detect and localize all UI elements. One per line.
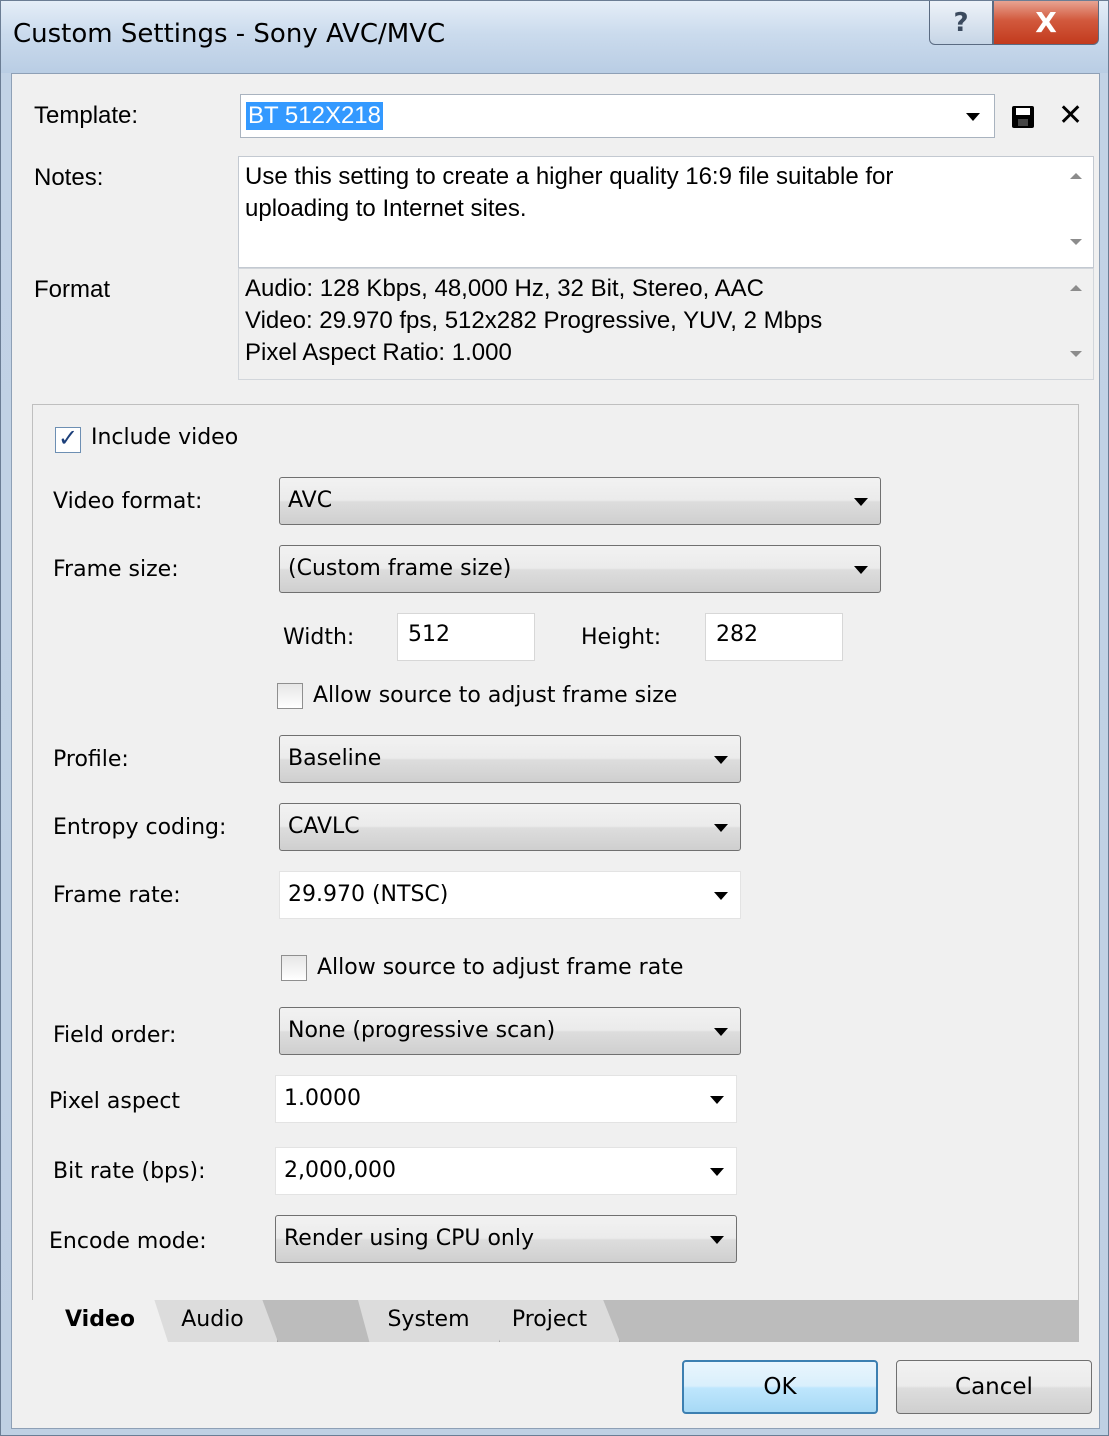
bit-rate-combo[interactable]: 2,000,000 xyxy=(275,1147,737,1195)
notes-textarea[interactable]: Use this setting to create a higher qual… xyxy=(238,156,1094,268)
frame-size-select[interactable]: (Custom frame size) xyxy=(279,545,881,593)
notes-line: uploading to Internet sites. xyxy=(245,195,527,222)
ok-button[interactable]: OK xyxy=(682,1360,878,1414)
template-value: BT 512X218 xyxy=(246,102,383,130)
chevron-down-icon xyxy=(854,498,868,506)
chevron-down-icon xyxy=(714,1028,728,1036)
format-readout: Audio: 128 Kbps, 48,000 Hz, 32 Bit, Ster… xyxy=(238,268,1094,380)
template-combo[interactable]: BT 512X218 xyxy=(240,94,995,138)
pixel-aspect-value: 1.0000 xyxy=(284,1086,361,1111)
video-format-value: AVC xyxy=(288,488,333,513)
scroll-down-icon[interactable] xyxy=(1070,351,1082,357)
allow-frame-rate-checkbox[interactable] xyxy=(281,955,307,981)
field-order-label: Field order: xyxy=(53,1023,177,1048)
encode-mode-select[interactable]: Render using CPU only xyxy=(275,1215,737,1263)
chevron-down-icon xyxy=(714,824,728,832)
floppy-disk-icon[interactable] xyxy=(1012,106,1034,128)
close-icon: X xyxy=(1035,6,1057,39)
title-bar[interactable]: Custom Settings - Sony AVC/MVC ? X xyxy=(1,1,1108,73)
frame-size-value: (Custom frame size) xyxy=(288,556,512,581)
template-label: Template: xyxy=(34,102,139,129)
include-video-checkbox[interactable]: ✓ xyxy=(55,424,81,453)
chevron-down-icon xyxy=(714,892,728,900)
cancel-button-label: Cancel xyxy=(955,1374,1033,1400)
tab-video[interactable]: Video xyxy=(32,1300,168,1342)
scroll-down-icon[interactable] xyxy=(1070,239,1082,245)
chevron-down-icon xyxy=(714,756,728,764)
width-input[interactable]: 512 xyxy=(397,613,535,661)
video-format-label: Video format: xyxy=(53,489,203,514)
bit-rate-label: Bit rate (bps): xyxy=(53,1159,206,1184)
notes-scrollbar[interactable] xyxy=(1059,157,1093,267)
frame-rate-combo[interactable]: 29.970 (NTSC) xyxy=(279,871,741,919)
notes-label: Notes: xyxy=(34,164,104,191)
encode-mode-value: Render using CPU only xyxy=(284,1226,534,1251)
chevron-down-icon xyxy=(854,566,868,574)
notes-line: Use this setting to create a higher qual… xyxy=(245,163,894,190)
tab-audio[interactable]: Audio xyxy=(148,1300,278,1342)
chevron-down-icon xyxy=(710,1096,724,1104)
height-label: Height: xyxy=(581,625,662,650)
frame-rate-value: 29.970 (NTSC) xyxy=(288,882,449,907)
format-scrollbar[interactable] xyxy=(1059,269,1093,379)
allow-frame-size-checkbox[interactable] xyxy=(277,683,303,709)
entropy-coding-select[interactable]: CAVLC xyxy=(279,803,741,851)
height-input[interactable]: 282 xyxy=(705,613,843,661)
include-video-label: Include video xyxy=(91,425,239,450)
ok-button-label: OK xyxy=(763,1374,797,1400)
pixel-aspect-combo[interactable]: 1.0000 xyxy=(275,1075,737,1123)
field-order-value: None (progressive scan) xyxy=(288,1018,556,1043)
format-label: Format xyxy=(34,276,111,303)
delete-template-icon[interactable]: ✕ xyxy=(1058,98,1083,133)
settings-tab-strip: Project System Audio Video xyxy=(32,1300,1079,1342)
help-button[interactable]: ? xyxy=(929,1,993,45)
help-icon: ? xyxy=(953,7,969,38)
frame-size-label: Frame size: xyxy=(53,557,179,582)
entropy-coding-value: CAVLC xyxy=(288,814,360,839)
video-format-select[interactable]: AVC xyxy=(279,477,881,525)
window-title: Custom Settings - Sony AVC/MVC xyxy=(13,19,446,49)
entropy-coding-label: Entropy coding: xyxy=(53,815,227,840)
pixel-aspect-label: Pixel aspect xyxy=(49,1089,181,1114)
field-order-select[interactable]: None (progressive scan) xyxy=(279,1007,741,1055)
cancel-button[interactable]: Cancel xyxy=(896,1360,1092,1414)
format-line: Video: 29.970 fps, 512x282 Progressive, … xyxy=(245,307,823,334)
profile-label: Profile: xyxy=(53,747,129,772)
bit-rate-value: 2,000,000 xyxy=(284,1158,396,1183)
video-settings-panel: ✓ Include video Video format: AVC Frame … xyxy=(32,404,1079,1314)
chevron-down-icon[interactable] xyxy=(966,113,980,121)
allow-frame-size-label: Allow source to adjust frame size xyxy=(313,683,678,708)
scroll-up-icon[interactable] xyxy=(1070,173,1082,179)
tab-project[interactable]: Project xyxy=(480,1300,620,1342)
checkmark-icon: ✓ xyxy=(58,424,79,452)
profile-value: Baseline xyxy=(288,746,382,771)
close-window-button[interactable]: X xyxy=(993,1,1099,45)
chevron-down-icon xyxy=(710,1236,724,1244)
scroll-up-icon[interactable] xyxy=(1070,285,1082,291)
allow-frame-rate-label: Allow source to adjust frame rate xyxy=(317,955,684,980)
encode-mode-label: Encode mode: xyxy=(49,1229,207,1254)
dialog-client-area: Template: BT 512X218 ✕ Notes: Use this s… xyxy=(11,73,1100,1429)
profile-select[interactable]: Baseline xyxy=(279,735,741,783)
custom-settings-dialog: Custom Settings - Sony AVC/MVC ? X Templ… xyxy=(0,0,1109,1436)
chevron-down-icon xyxy=(710,1168,724,1176)
tab-system[interactable]: System xyxy=(358,1300,500,1342)
width-label: Width: xyxy=(283,625,355,650)
format-line: Pixel Aspect Ratio: 1.000 xyxy=(245,339,512,366)
format-line: Audio: 128 Kbps, 48,000 Hz, 32 Bit, Ster… xyxy=(245,275,764,302)
frame-rate-label: Frame rate: xyxy=(53,883,181,908)
